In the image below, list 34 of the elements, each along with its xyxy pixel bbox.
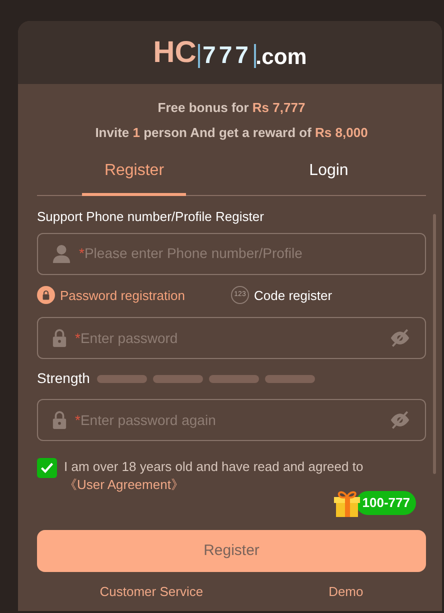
tab[interactable]: Register — [82, 159, 186, 195]
placeholder-text: *Please enter Phone number/Profile — [79, 244, 304, 263]
bonus-text: Invite 1 person And get a reward of Rs 8,000 — [95, 124, 368, 142]
strength-bar — [152, 374, 203, 382]
input-field[interactable]: *Please enter Phone number/Profile — [37, 232, 426, 274]
section-label: Support Phone number/Profile Register — [37, 208, 265, 226]
check-icon — [40, 461, 54, 475]
input-field[interactable]: *Enter password again — [37, 399, 426, 441]
lock-icon — [52, 410, 67, 430]
footer-link[interactable]: Customer Service — [100, 582, 204, 602]
strength-bar — [96, 374, 147, 382]
placeholder-text: *Enter password — [75, 328, 179, 348]
scrollbar[interactable] — [433, 214, 436, 474]
placeholder-text: *Enter password again — [75, 410, 217, 430]
lock-icon — [37, 286, 55, 304]
lock-icon — [52, 328, 67, 348]
input-field[interactable]: *Enter password — [37, 317, 426, 359]
checkbox[interactable] — [37, 458, 57, 478]
bonus-text: Free bonus for Rs 7,777 — [158, 99, 306, 117]
eye-off-icon[interactable] — [389, 409, 411, 431]
strength-bar — [208, 374, 259, 382]
promo-badge: 100-777 — [356, 491, 416, 515]
site-logo: HC 777 .com — [153, 38, 307, 68]
user-icon — [52, 244, 71, 263]
user-agreement-link[interactable]: 《User Agreement》 — [64, 477, 184, 492]
gift-icon — [332, 488, 362, 518]
footer-link[interactable]: Demo — [328, 582, 364, 602]
eye-off-icon[interactable] — [389, 327, 411, 349]
agreement-text: I am over 18 years old and have read and agreed to 《User Agreement》 — [64, 458, 364, 494]
strength-label: Strength — [37, 369, 90, 388]
register-option[interactable]: Password registration — [37, 286, 185, 305]
strength-bar — [264, 374, 315, 382]
tab[interactable]: Login — [287, 159, 370, 195]
register-button[interactable]: Register — [37, 530, 426, 572]
